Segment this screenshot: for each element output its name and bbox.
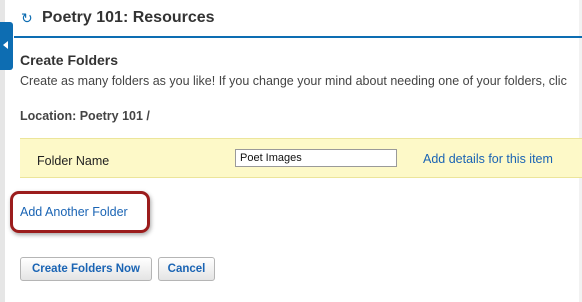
reset-icon[interactable]: ↻ — [21, 11, 33, 25]
folder-name-input[interactable] — [235, 149, 397, 167]
tool-header: ↻ Poetry 101: Resources — [14, 0, 582, 38]
page-title: Poetry 101: Resources — [42, 9, 215, 26]
create-folders-button[interactable]: Create Folders Now — [20, 257, 152, 281]
chevron-left-icon — [3, 41, 8, 49]
add-another-folder-link[interactable]: Add Another Folder — [20, 205, 128, 219]
collapse-sidebar-button[interactable] — [0, 22, 13, 70]
cancel-button[interactable]: Cancel — [158, 257, 215, 281]
location-path: Location: Poetry 101 / — [20, 109, 150, 123]
add-details-link[interactable]: Add details for this item — [423, 152, 553, 166]
folder-row: Folder Name Add details for this item — [20, 138, 582, 178]
section-title: Create Folders — [20, 52, 119, 68]
instructions-text: Create as many folders as you like! If y… — [20, 74, 567, 88]
folder-name-label: Folder Name — [37, 154, 110, 168]
